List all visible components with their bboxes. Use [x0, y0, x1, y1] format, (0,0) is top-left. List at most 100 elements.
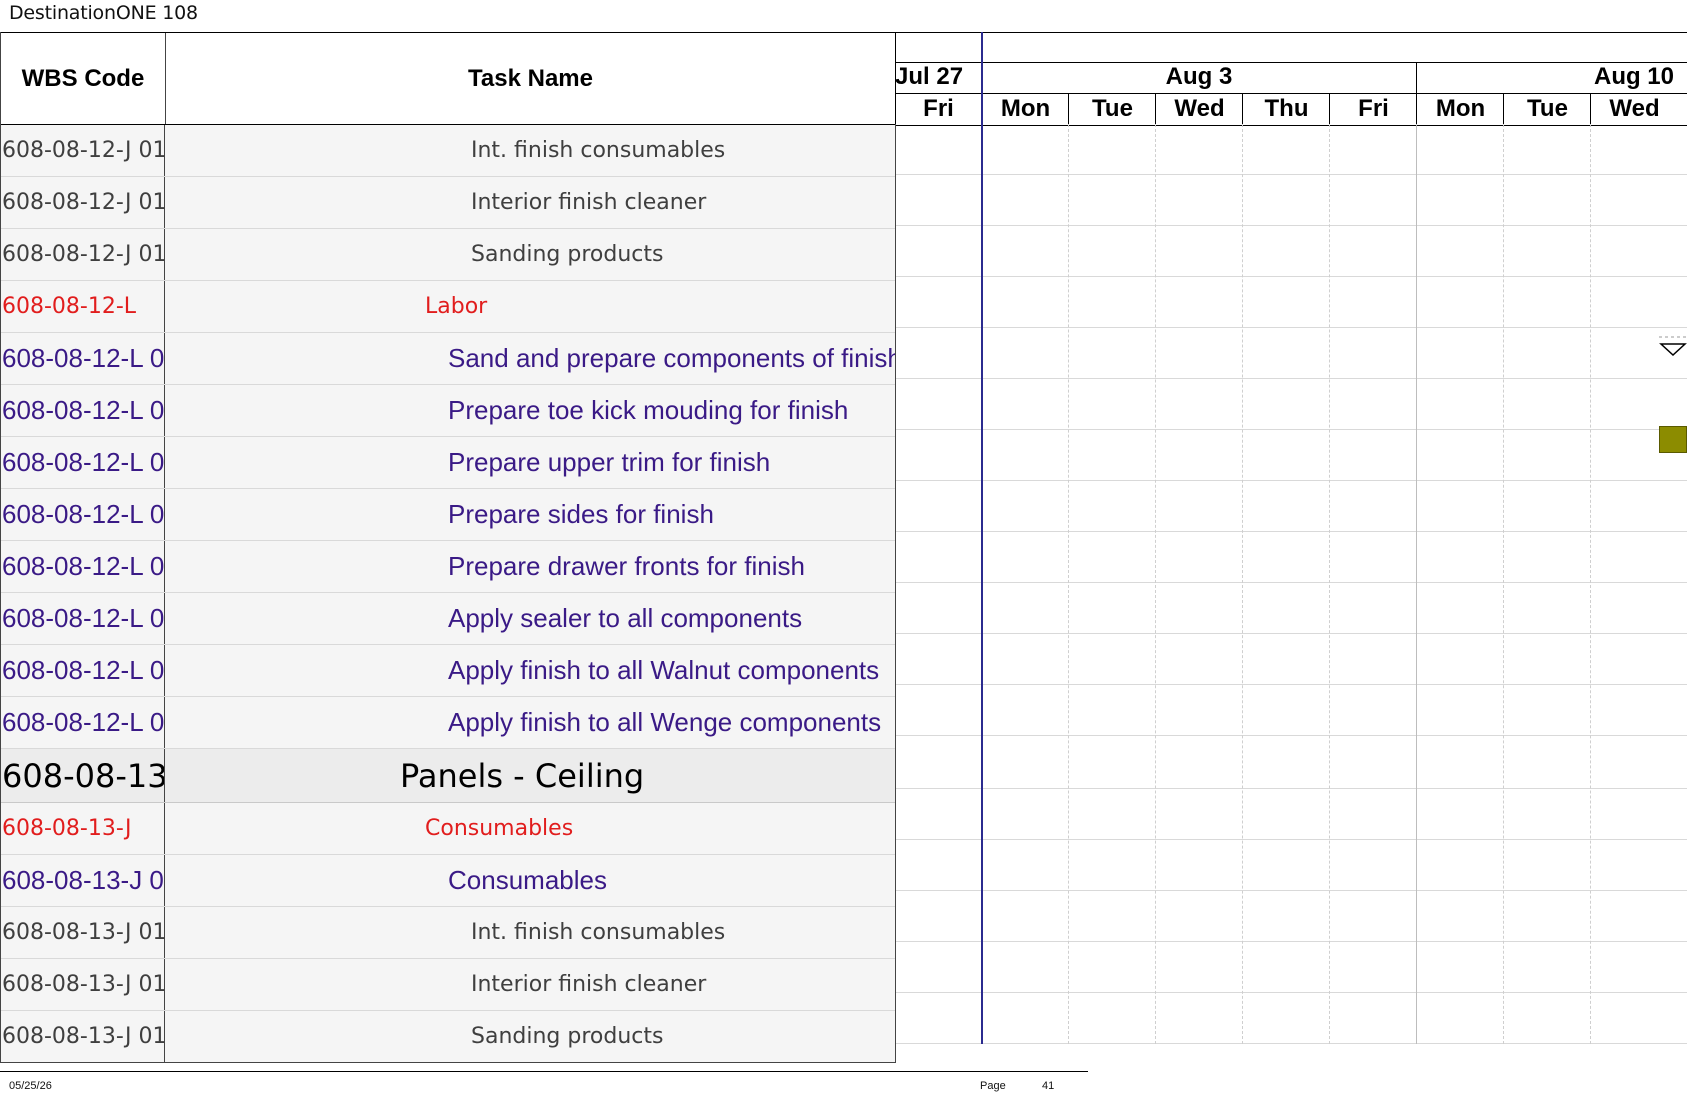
table-row[interactable]: 608-08-12-L 0 Prepare upper trim for fini… — [1, 437, 896, 489]
gantt-row — [895, 634, 1687, 685]
table-row[interactable]: 608-08-13 Panels - Ceiling — [1, 749, 896, 803]
day-label: Wed — [1609, 94, 1660, 122]
task-name-cell: Prepare toe kick mouding for finish — [165, 385, 896, 436]
table-row[interactable]: 608-08-12-L 0 Apply finish to all Walnut … — [1, 645, 896, 697]
wbs-code-cell: 608-08-13-J — [1, 803, 165, 854]
task-name-cell: Interior finish cleaner — [165, 177, 896, 228]
timescale-divider — [1590, 93, 1591, 125]
table-row[interactable]: 608-08-12-J 01 Sanding products — [1, 229, 896, 281]
task-name-cell: Interior finish cleaner — [165, 959, 896, 1010]
table-row[interactable]: 608-08-13-J 01 Interior finish cleaner — [1, 959, 896, 1011]
gantt-row — [895, 226, 1687, 277]
wbs-code-cell: 608-08-12-L 0 — [1, 541, 165, 592]
task-name-cell: Prepare sides for finish — [165, 489, 896, 540]
day-label: Fri — [923, 94, 954, 122]
timescale-divider — [1416, 93, 1417, 125]
wbs-code-cell: 608-08-12-L 0 — [1, 489, 165, 540]
table-row[interactable]: 608-08-12-J 01 Interior finish cleaner — [1, 177, 896, 229]
table-row[interactable]: 608-08-12-L Labor — [1, 281, 896, 333]
task-name-cell: Int. finish consumables — [165, 125, 896, 176]
task-name-text: Interior finish cleaner — [471, 190, 707, 215]
table-row[interactable]: 608-08-13-J Consumables — [1, 803, 896, 855]
task-name-cell: Prepare upper trim for finish — [165, 437, 896, 488]
task-name-text: Apply finish to all Walnut components — [448, 655, 880, 685]
task-name-header[interactable]: Task Name — [166, 33, 896, 124]
table-row[interactable]: 608-08-13-J 0 Consumables — [1, 855, 896, 907]
wbs-code-cell: 608-08-13-J 01 — [1, 907, 165, 958]
gantt-row — [895, 685, 1687, 736]
week-label: Aug 3 — [1165, 63, 1233, 90]
task-bar[interactable] — [1659, 426, 1687, 453]
table-row[interactable]: 608-08-12-L 0 Apply sealer to all compone… — [1, 593, 896, 645]
gantt-row — [895, 789, 1687, 840]
wbs-code-cell: 608-08-12-L 0 — [1, 593, 165, 644]
day-label: Fri — [1358, 94, 1389, 122]
gantt-row — [895, 736, 1687, 789]
week-label: Jul 27 — [895, 63, 964, 90]
gantt-row — [895, 328, 1687, 379]
task-name-text: Panels - Ceiling — [400, 756, 645, 795]
table-row[interactable]: 608-08-12-L 0 Sand and prepare components… — [1, 333, 896, 385]
summary-milestone-marker[interactable] — [1659, 336, 1687, 356]
day-label: Mon — [1000, 94, 1051, 122]
task-name-text: Apply finish to all Wenge components — [448, 707, 882, 737]
gantt-row — [895, 840, 1687, 891]
task-name-text: Consumables — [425, 816, 574, 841]
task-name-text: Sanding products — [471, 242, 664, 267]
gantt-left-border — [895, 124, 896, 1044]
gantt-row — [895, 481, 1687, 532]
table-body: 608-08-12-J 01 Int. finish consumables 608… — [1, 125, 896, 1063]
gantt-row — [895, 583, 1687, 634]
wbs-code-header[interactable]: WBS Code — [1, 33, 166, 124]
gantt-row — [895, 942, 1687, 993]
wbs-code-cell: 608-08-12-L 0 — [1, 385, 165, 436]
timescale-divider — [1242, 93, 1243, 125]
task-name-cell: Apply finish to all Wenge components — [165, 697, 896, 748]
wbs-code-cell: 608-08-12-J 01 — [1, 229, 165, 280]
task-name-cell: Apply finish to all Walnut components — [165, 645, 896, 696]
wbs-code-cell: 608-08-13-J 01 — [1, 1011, 165, 1062]
table-row[interactable]: 608-08-12-J 01 Int. finish consumables — [1, 125, 896, 177]
table-row[interactable]: 608-08-12-L 0 Prepare sides for finish — [1, 489, 896, 541]
task-name-text: Int. finish consumables — [471, 138, 726, 163]
week-label: Aug 10 — [1593, 63, 1674, 90]
task-name-text: Prepare drawer fronts for finish — [448, 551, 805, 581]
timescale-divider — [1503, 93, 1504, 125]
task-name-text: Prepare upper trim for finish — [448, 447, 771, 477]
wbs-code-cell: 608-08-12-L — [1, 281, 165, 332]
task-name-text: Sand and prepare components of finish — [448, 343, 896, 373]
gantt-chart: Jul 27 Aug 3 Aug 10 Fri Mon Tue Wed Thu Fri Mon Tu… — [895, 32, 1687, 1062]
gantt-row — [895, 277, 1687, 328]
day-gridline — [1416, 124, 1417, 1044]
day-gridline — [1590, 124, 1591, 1044]
gantt-row — [895, 993, 1687, 1044]
timescale-divider — [1068, 93, 1069, 125]
table-row[interactable]: 608-08-13-J 01 Int. finish consumables — [1, 907, 896, 959]
day-label: Tue — [1092, 94, 1133, 122]
day-gridline — [1068, 124, 1069, 1044]
day-label: Mon — [1435, 94, 1486, 122]
task-name-text: Sanding products — [471, 1024, 664, 1049]
task-name-cell: Consumables — [165, 855, 896, 906]
task-name-cell: Int. finish consumables — [165, 907, 896, 958]
task-name-text: Interior finish cleaner — [471, 972, 707, 997]
gantt-row — [895, 124, 1687, 175]
table-row[interactable]: 608-08-13-J 01 Sanding products — [1, 1011, 896, 1063]
wbs-code-cell: 608-08-12-L 0 — [1, 645, 165, 696]
timescale-divider — [1329, 93, 1330, 125]
gantt-row — [895, 430, 1687, 481]
gantt-row — [895, 532, 1687, 583]
table-row[interactable]: 608-08-12-L 0 Prepare toe kick mouding fo… — [1, 385, 896, 437]
wbs-code-cell: 608-08-12-J 01 — [1, 125, 165, 176]
task-name-cell: Sanding products — [165, 1011, 896, 1062]
task-name-cell: Sand and prepare components of finish — [165, 333, 896, 384]
day-gridline — [1155, 124, 1156, 1044]
task-name-text: Consumables — [448, 865, 607, 895]
gantt-row — [895, 379, 1687, 430]
footer-page-label: Page — [980, 1080, 1006, 1092]
task-name-cell: Sanding products — [165, 229, 896, 280]
table-row[interactable]: 608-08-12-L 0 Apply finish to all Wenge c… — [1, 697, 896, 749]
table-row[interactable]: 608-08-12-L 0 Prepare drawer fronts for f… — [1, 541, 896, 593]
task-name-cell: Apply sealer to all components — [165, 593, 896, 644]
gantt-row — [895, 175, 1687, 226]
